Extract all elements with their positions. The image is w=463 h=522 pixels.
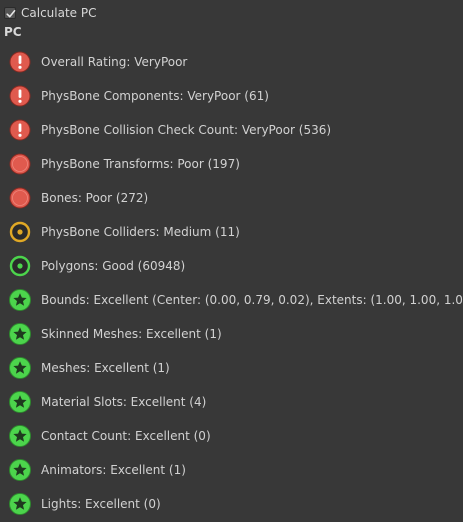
star-icon [8,390,32,414]
star-icon [8,288,32,312]
rating-item: PhysBone Collision Check Count: VeryPoor… [8,118,331,142]
rating-item-label: PhysBone Components: VeryPoor (61) [41,89,269,103]
rating-item: Bounds: Excellent (Center: (0.00, 0.79, … [8,288,463,312]
rating-item: Contact Count: Excellent (0) [8,424,211,448]
rating-item-label: Bones: Poor (272) [41,191,149,205]
rating-item: PhysBone Transforms: Poor (197) [8,152,240,176]
calculate-pc-checkbox[interactable] [4,7,16,19]
exclamation-icon [8,50,32,74]
exclamation-icon [8,118,32,142]
exclamation-icon [8,84,32,108]
rating-item-label: PhysBone Collision Check Count: VeryPoor… [41,123,332,137]
filled-circle-icon [8,152,32,176]
star-icon [8,492,32,516]
star-icon [8,458,32,482]
rating-item: Meshes: Excellent (1) [8,356,170,380]
rating-item-label: Contact Count: Excellent (0) [41,429,211,443]
rating-item: PhysBone Colliders: Medium (11) [8,220,240,244]
rating-item: Polygons: Good (60948) [8,254,185,278]
rating-item-label: Overall Rating: VeryPoor [41,55,188,69]
rating-item: Material Slots: Excellent (4) [8,390,206,414]
rating-item: Skinned Meshes: Excellent (1) [8,322,222,346]
rating-item: Overall Rating: VeryPoor [8,50,187,74]
rating-item-label: Meshes: Excellent (1) [41,361,170,375]
rating-item-label: Bounds: Excellent (Center: (0.00, 0.79, … [41,293,463,307]
rating-item-label: Material Slots: Excellent (4) [41,395,207,409]
rating-item: Lights: Excellent (0) [8,492,161,516]
calculate-pc-toggle[interactable]: Calculate PC [4,5,96,21]
star-icon [8,424,32,448]
filled-circle-icon [8,186,32,210]
rating-item-label: Polygons: Good (60948) [41,259,186,273]
rating-item-label: Skinned Meshes: Excellent (1) [41,327,222,341]
rating-item: Animators: Excellent (1) [8,458,186,482]
star-icon [8,356,32,380]
rating-item: Bones: Poor (272) [8,186,148,210]
rating-item: PhysBone Components: VeryPoor (61) [8,84,269,108]
performance-panel: Calculate PC PC Overall Rating: VeryPoor… [0,0,463,522]
star-icon [8,322,32,346]
ring-dot-icon [8,254,32,278]
rating-item-label: PhysBone Transforms: Poor (197) [41,157,240,171]
ring-dot-icon [8,220,32,244]
rating-item-label: Animators: Excellent (1) [41,463,186,477]
rating-item-label: Lights: Excellent (0) [41,497,161,511]
section-title: PC [4,25,22,39]
rating-item-label: PhysBone Colliders: Medium (11) [41,225,240,239]
checkmark-icon [6,10,16,18]
calculate-pc-label: Calculate PC [21,6,97,20]
